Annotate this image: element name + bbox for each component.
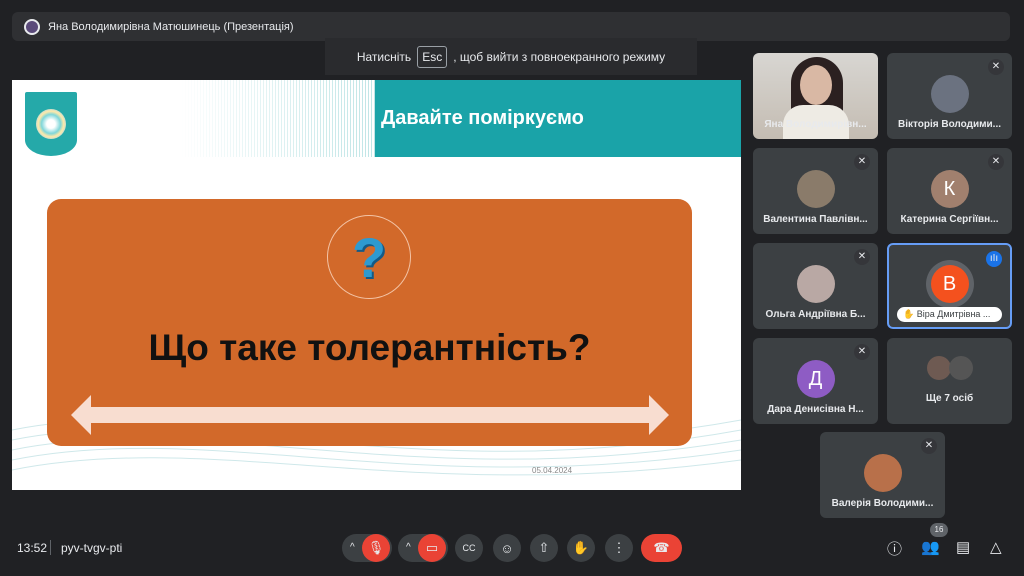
presenter-avatar [24, 18, 40, 35]
participant-tile[interactable]: Яна Володимирівн... [753, 53, 878, 139]
mic-off-button[interactable]: 🎙 [362, 534, 390, 562]
captions-button[interactable]: CC [455, 534, 483, 562]
university-logo [25, 92, 77, 156]
mic-off-icon: ✕ [854, 249, 870, 265]
info-icon[interactable]: ⓘ [887, 538, 902, 559]
more-participants-tile[interactable]: Ще 7 осіб [887, 338, 1012, 424]
leave-call-button[interactable]: ☎ [641, 534, 682, 562]
participant-name: Вікторія Володими... [897, 119, 1002, 130]
slide-title: Давайте поміркуємо [381, 107, 584, 129]
presenter-bar: Яна Володимирівна Матюшинець (Презентаці… [12, 12, 1010, 41]
participant-avatar [930, 75, 969, 113]
header-stripes [180, 80, 375, 157]
slide-header: Давайте поміркуємо [375, 80, 741, 157]
participant-count-badge: 16 [930, 523, 948, 537]
question-box: ? Що таке толерантність? [47, 199, 692, 446]
speaking-icon: ıIı [986, 251, 1002, 267]
mic-off-icon: ✕ [854, 154, 870, 170]
more-participants-label: Ще 7 осіб [925, 393, 974, 404]
presentation-slide: Давайте поміркуємо ? Що таке толерантніс… [12, 80, 741, 490]
presenter-label: Яна Володимирівна Матюшинець (Презентаці… [48, 20, 294, 33]
participant-tile[interactable]: ✕ Вікторія Володими... [887, 53, 1012, 139]
chat-icon[interactable]: ▤ [956, 538, 970, 556]
participant-tile[interactable]: ✕ Валентина Павлівн... [753, 148, 878, 234]
slide-date: 05.04.2024 [532, 466, 573, 475]
divider [50, 540, 51, 555]
participant-avatar [863, 454, 902, 492]
fullscreen-toast: Натисніть Esc , щоб вийти з повноекранно… [325, 38, 697, 75]
participant-name: Ольга Андріївна Б... [765, 309, 866, 320]
question-text: Що таке толерантність? [148, 327, 591, 368]
participant-avatar [796, 265, 835, 303]
mic-off-icon: ✕ [988, 154, 1004, 170]
participant-tile[interactable]: ✕ Ольга Андріївна Б... [753, 243, 878, 329]
participant-avatar: К [930, 170, 969, 208]
participant-name: Катерина Сергіївн... [900, 214, 999, 225]
participant-tile-speaking[interactable]: ıIı В ✋ Віра Дмитрівна ... [887, 243, 1012, 329]
mic-off-icon: ✕ [921, 438, 937, 454]
meeting-time: 13:52 [17, 541, 48, 555]
double-arrow [71, 395, 669, 435]
participant-name: Яна Володимирівн... [764, 119, 867, 130]
activities-icon[interactable]: △ [990, 538, 1002, 556]
emoji-button[interactable]: ☺ [493, 534, 521, 562]
participant-avatar [796, 170, 835, 208]
participant-tile[interactable]: ✕ Д Дара Денисівна Н... [753, 338, 878, 424]
question-mark-icon: ? [327, 215, 411, 299]
participant-name: Валентина Павлівн... [763, 214, 868, 225]
participant-avatar: В [930, 265, 969, 303]
esc-key: Esc [417, 45, 448, 68]
participant-name: Віра Дмитрівна ... [916, 309, 991, 319]
present-button[interactable]: ⇧ [530, 534, 558, 562]
participant-tile[interactable]: ✕ К Катерина Сергіївн... [887, 148, 1012, 234]
participant-avatar: Д [796, 360, 835, 398]
mic-off-icon: ✕ [854, 344, 870, 360]
more-options-button[interactable]: ⋮ [605, 534, 633, 562]
people-icon[interactable]: 👥 [921, 538, 940, 556]
toast-text-after: , щоб вийти з повноекранного режиму [453, 49, 666, 64]
raise-hand-button[interactable]: ✋ [567, 534, 595, 562]
toast-text-before: Натисніть [356, 49, 412, 64]
meeting-code: pyv-tvgv-pti [61, 541, 123, 555]
mic-off-icon: ✕ [988, 59, 1004, 75]
participant-name: Валерія Володими... [831, 498, 934, 509]
participant-name: Дара Денисівна Н... [767, 404, 864, 415]
participant-tile[interactable]: ✕ Валерія Володими... [820, 432, 945, 518]
camera-off-button[interactable]: ▭ [418, 534, 446, 562]
hand-raised-badge: ✋ Віра Дмитрівна ... [897, 307, 1002, 322]
